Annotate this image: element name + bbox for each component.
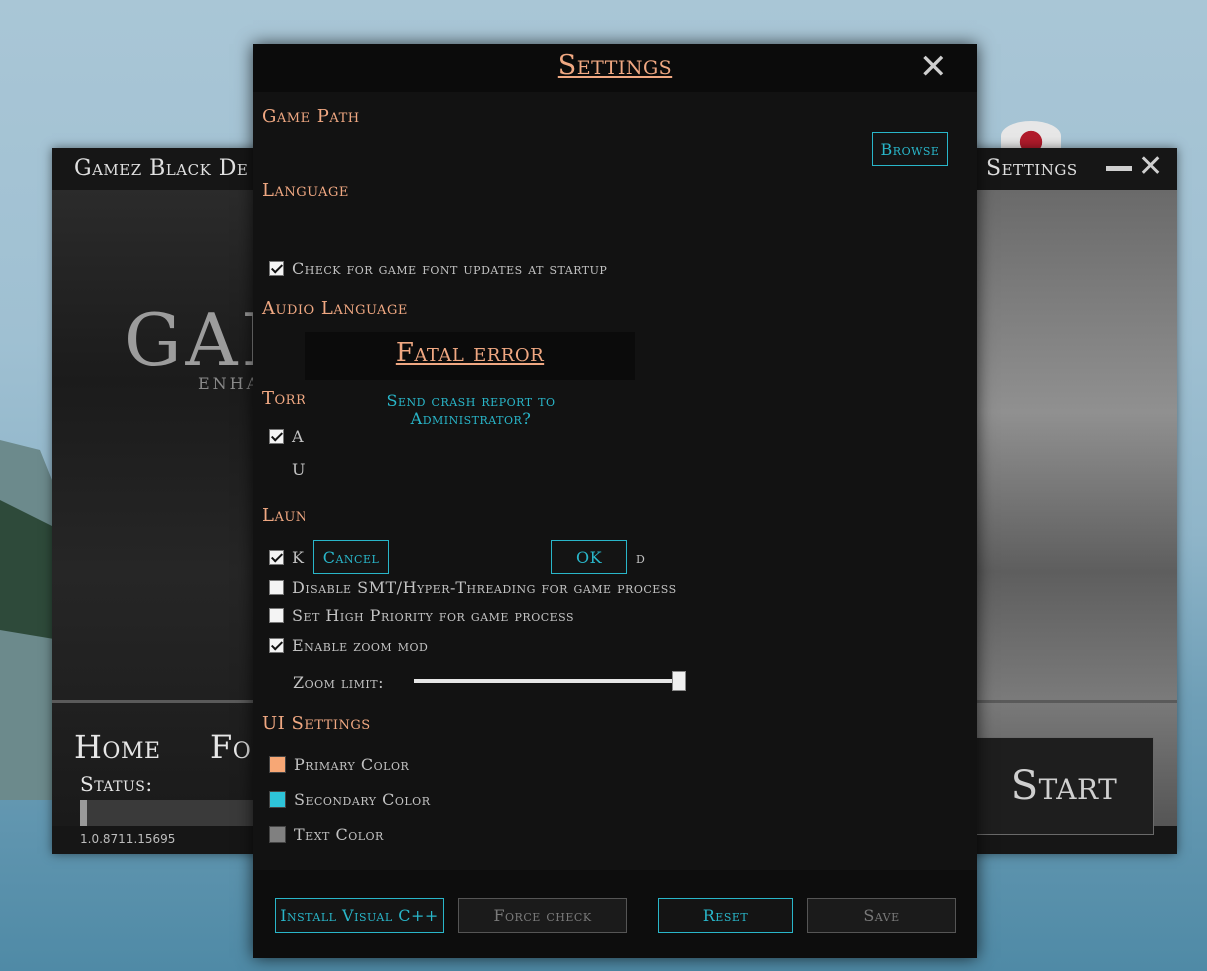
enable-zoom-option[interactable]: Enable zoom mod — [269, 636, 428, 655]
status-progress-bar — [80, 800, 255, 826]
torrent-option-a-label: A — [292, 427, 305, 446]
font-update-option[interactable]: Check for game font updates at startup — [269, 259, 607, 278]
launch-option-d-tail: d — [636, 548, 645, 567]
desktop-wallpaper-mountains — [0, 440, 60, 800]
fatal-error-title: Fatal error — [395, 338, 545, 368]
zoom-limit-label: Zoom limit: — [293, 673, 384, 692]
reset-button[interactable]: Reset — [658, 898, 793, 933]
section-torrent: Torr — [262, 388, 307, 409]
font-update-label: Check for game font updates at startup — [292, 259, 608, 278]
launch-option-k-label: K — [292, 548, 305, 567]
desktop-app-icon[interactable] — [1001, 121, 1061, 151]
high-priority-checkbox[interactable] — [269, 608, 284, 623]
text-color-swatch[interactable] — [269, 826, 286, 843]
launcher-logo-subtitle: ENHA — [198, 374, 262, 393]
settings-title: Settings — [557, 50, 673, 81]
fatal-error-message: Send crash report to Administrator? — [386, 391, 556, 428]
torrent-option-a-checkbox[interactable] — [269, 429, 284, 444]
minimize-icon[interactable] — [1106, 166, 1132, 171]
section-audio-language: Audio Language — [262, 298, 408, 319]
disable-smt-checkbox[interactable] — [269, 580, 284, 595]
secondary-color-swatch[interactable] — [269, 791, 286, 808]
zoom-limit-label-wrap: Zoom limit: — [293, 673, 384, 692]
launcher-art-right — [976, 190, 1177, 826]
nav-fo[interactable]: Fo — [210, 728, 251, 766]
text-color-label: Text Color — [294, 825, 384, 844]
zoom-limit-slider[interactable] — [414, 671, 686, 691]
enable-zoom-checkbox[interactable] — [269, 638, 284, 653]
launcher-title: Gamez Black De — [74, 156, 249, 181]
launch-option-d-tail-label: d — [636, 548, 646, 567]
install-visual-cpp-button[interactable]: Install Visual C++ — [275, 898, 444, 933]
enable-zoom-label: Enable zoom mod — [292, 636, 429, 655]
cancel-button[interactable]: Cancel — [313, 540, 389, 574]
launch-option-k-checkbox[interactable] — [269, 550, 284, 565]
section-ui-settings: UI Settings — [262, 713, 371, 734]
close-icon[interactable]: ✕ — [1138, 152, 1163, 182]
launcher-settings-link[interactable]: Settings — [986, 156, 1078, 181]
primary-color-option[interactable]: Primary Color — [269, 755, 409, 774]
primary-color-label: Primary Color — [294, 755, 410, 774]
close-icon[interactable]: ✕ — [919, 50, 948, 84]
text-color-option[interactable]: Text Color — [269, 825, 384, 844]
section-launch: Laun — [262, 505, 308, 526]
version-label: 1.0.8711.15695 — [80, 832, 176, 846]
nav-home[interactable]: Home — [74, 728, 161, 766]
secondary-color-label: Secondary Color — [294, 790, 431, 809]
force-check-button[interactable]: Force check — [458, 898, 627, 933]
torrent-option-u-label: U — [292, 460, 306, 479]
fatal-error-dialog: Fatal error Send crash report to Adminis… — [305, 332, 635, 580]
high-priority-label: Set High Priority for game process — [292, 606, 575, 625]
ok-button[interactable]: OK — [551, 540, 627, 574]
status-label: Status: — [80, 772, 153, 796]
font-update-checkbox[interactable] — [269, 261, 284, 276]
torrent-option-u: U — [292, 460, 306, 479]
zoom-limit-slider-handle[interactable] — [672, 671, 686, 691]
start-button[interactable]: Start — [974, 737, 1154, 835]
save-button[interactable]: Save — [807, 898, 956, 933]
disable-smt-label: Disable SMT/Hyper-Threading for game pro… — [292, 578, 677, 597]
section-language: Language — [262, 180, 349, 201]
torrent-option-a[interactable]: A — [269, 427, 304, 446]
browse-button[interactable]: Browse — [872, 132, 948, 166]
status-progress-fill — [80, 800, 87, 826]
section-game-path: Game Path — [262, 106, 360, 127]
disable-smt-option[interactable]: Disable SMT/Hyper-Threading for game pro… — [269, 578, 677, 597]
secondary-color-option[interactable]: Secondary Color — [269, 790, 430, 809]
high-priority-option[interactable]: Set High Priority for game process — [269, 606, 574, 625]
launch-option-k[interactable]: K — [269, 548, 304, 567]
primary-color-swatch[interactable] — [269, 756, 286, 773]
